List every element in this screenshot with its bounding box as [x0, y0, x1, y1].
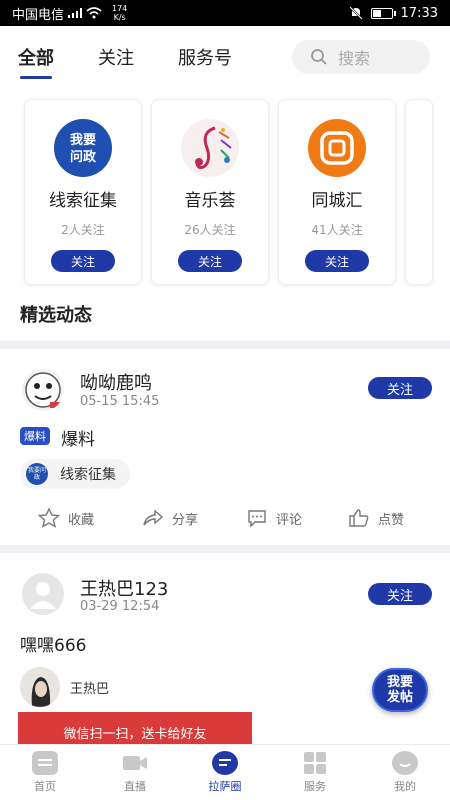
comment-label: 评论: [276, 512, 303, 528]
post-time: 03-29 12:54: [80, 599, 160, 614]
channel-chip-label: 线索征集: [60, 467, 116, 483]
nav-home-label: 首页: [34, 780, 56, 793]
nav-lhasa-circle-label: 拉萨圈: [208, 780, 242, 793]
post-text: 爆料: [61, 430, 95, 450]
status-bar: 中国电信 174 K/s 17:33: [0, 0, 450, 26]
svg-text:我要: 我要: [70, 132, 96, 148]
nav-live[interactable]: 直播: [90, 745, 180, 800]
signal-icon: [68, 8, 83, 18]
video-icon: [122, 751, 148, 775]
tongcheng-logo: [302, 118, 372, 178]
follow-button[interactable]: 关注: [305, 250, 369, 272]
nav-live-label: 直播: [124, 780, 146, 793]
svg-text:问政: 问政: [70, 149, 97, 165]
wifi-icon: [86, 7, 102, 19]
nav-home[interactable]: 首页: [0, 745, 90, 800]
chat-circle-icon: [212, 751, 238, 775]
channel-card-partial[interactable]: [405, 99, 433, 285]
network-speed-value: 174: [112, 4, 128, 13]
nav-services[interactable]: 服务: [270, 745, 360, 800]
tag-badge: 爆料: [20, 427, 50, 445]
music-note-logo: [175, 118, 245, 178]
comment-button[interactable]: 评论: [246, 508, 302, 528]
post-actions: 收藏 分享 评论 点赞: [0, 503, 450, 533]
comment-icon: [248, 510, 266, 528]
default-user-icon: [30, 582, 56, 609]
network-speed-unit: K/s: [113, 13, 126, 22]
follow-button[interactable]: 关注: [368, 583, 432, 605]
grid-icon: [302, 751, 328, 775]
avatar[interactable]: [22, 369, 64, 411]
channel-card-tongcheng[interactable]: 同城汇 41人关注 关注: [278, 99, 396, 285]
channel-name: 线索征集: [49, 191, 117, 211]
post-text: 嘿嘿666: [20, 636, 87, 656]
carrier-name: 中国电信: [12, 7, 65, 23]
like-button[interactable]: 点赞: [348, 508, 404, 528]
profile-icon: [392, 751, 418, 775]
wenzheng-logo: 我要 问政: [48, 118, 118, 178]
star-icon: [38, 508, 60, 528]
post-card[interactable]: 呦呦鹿鸣 05-15 15:45 关注 爆料 爆料 我要问政 线索征集 收藏 分…: [0, 349, 450, 545]
divider: [0, 545, 450, 553]
post-author[interactable]: 呦呦鹿鸣: [80, 369, 152, 395]
share-label: 分享: [172, 512, 199, 528]
avatar[interactable]: [22, 573, 64, 615]
thumbs-up-icon: [349, 509, 369, 527]
follow-button[interactable]: 关注: [368, 377, 432, 399]
battery-fill: [372, 9, 381, 17]
search-icon: [311, 49, 327, 65]
share-button[interactable]: 分享: [142, 509, 198, 528]
new-post-label: 我要发帖: [386, 675, 413, 705]
network-speed: 174 K/s: [112, 4, 127, 22]
user-avatar: [20, 667, 60, 707]
battery-icon: [370, 7, 396, 19]
channel-card-music[interactable]: 音乐荟 26人关注 关注: [151, 99, 269, 285]
home-icon: [32, 751, 58, 775]
follow-button[interactable]: 关注: [178, 250, 242, 272]
new-post-button[interactable]: 我要发帖: [372, 668, 428, 712]
channel-name: 同城汇: [311, 191, 363, 211]
mentioned-user-name: 王热巴: [70, 681, 110, 697]
share-icon: [143, 509, 164, 526]
mute-bell-icon: [348, 6, 363, 20]
channel-name: 音乐荟: [184, 191, 236, 211]
clock: 17:33: [400, 5, 438, 21]
channel-followers: 2人关注: [61, 223, 105, 237]
channel-chip[interactable]: 我要问政 线索征集: [20, 459, 130, 489]
nav-lhasa-circle[interactable]: 拉萨圈: [180, 745, 270, 800]
nav-services-label: 服务: [304, 780, 326, 793]
post-author[interactable]: 王热巴123: [80, 575, 168, 601]
search-input[interactable]: 搜索: [292, 40, 430, 74]
meme-face-icon: [25, 372, 62, 408]
wenzheng-mini-logo: 我要问政: [26, 463, 48, 485]
channel-followers: 41人关注: [311, 223, 363, 237]
favorite-button[interactable]: 收藏: [38, 508, 94, 528]
mentioned-user[interactable]: 王热巴: [20, 667, 109, 707]
divider: [0, 341, 450, 349]
tab-following[interactable]: 关注: [98, 44, 134, 70]
bottom-nav: 首页 直播 拉萨圈 服务 我的: [0, 744, 450, 800]
promo-banner-text: 微信扫一扫，送卡给好友: [63, 726, 207, 742]
top-tabs: 全部 关注 服务号 搜索: [0, 26, 450, 88]
tab-all[interactable]: 全部: [18, 44, 54, 79]
channel-followers: 26人关注: [184, 223, 236, 237]
follow-button[interactable]: 关注: [51, 250, 115, 272]
status-right: 17:33: [348, 5, 438, 21]
channel-cards: 我要 问政 线索征集 2人关注 关注 音乐荟 26人关注 关注 同城汇 41人关注…: [24, 99, 433, 287]
post-time: 05-15 15:45: [80, 394, 160, 409]
search-placeholder: 搜索: [338, 49, 371, 68]
tab-service-accounts[interactable]: 服务号: [178, 44, 232, 70]
like-label: 点赞: [378, 512, 405, 528]
carrier: 中国电信 174 K/s: [12, 4, 127, 23]
favorite-label: 收藏: [68, 512, 95, 528]
nav-profile[interactable]: 我的: [360, 745, 450, 800]
section-title: 精选动态: [20, 305, 92, 326]
nav-profile-label: 我的: [394, 780, 416, 793]
channel-card-xiansuo[interactable]: 我要 问政 线索征集 2人关注 关注: [24, 99, 142, 285]
